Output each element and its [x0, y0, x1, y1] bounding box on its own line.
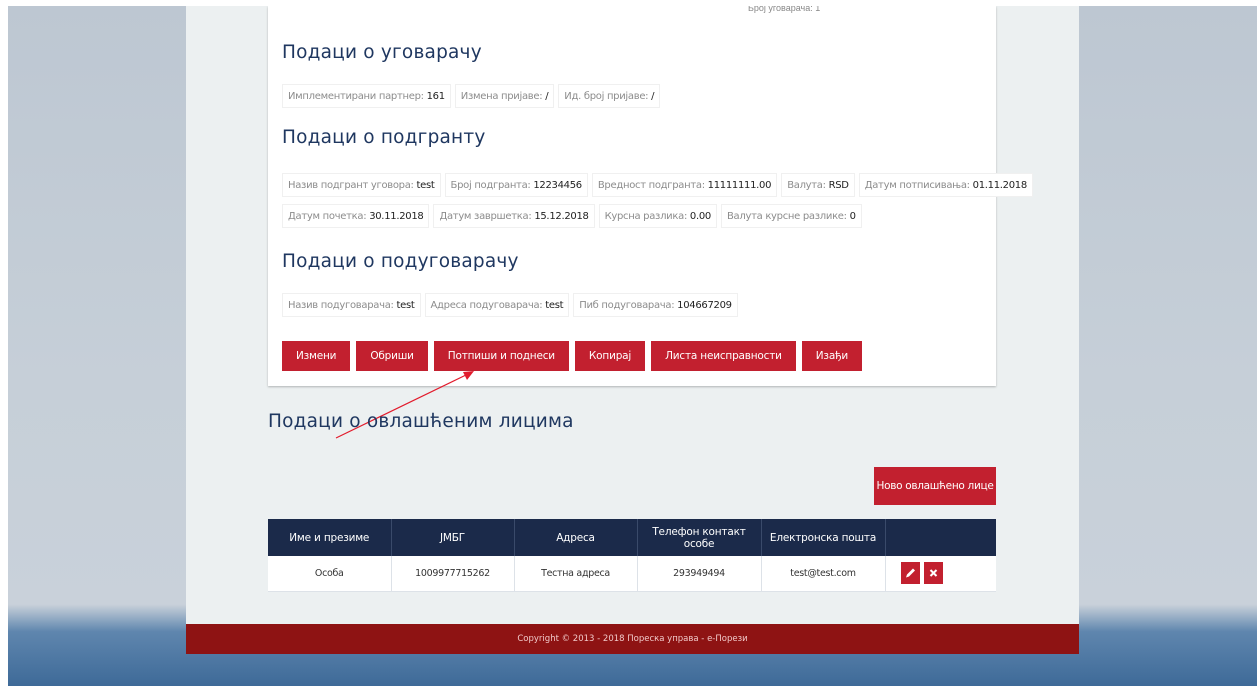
subgrant-title: Подаци о подгранту	[282, 127, 486, 148]
table-header-row: Име и презиме ЈМБГ Адреса Телефон контак…	[268, 519, 996, 556]
cell-name: Особа	[268, 556, 392, 592]
field-sign-date: Датум потписивања: 01.11.2018	[858, 173, 1033, 197]
field-subcontractor-pib: Пиб подуговарача: 104667209	[573, 293, 738, 317]
column-header-jmbg[interactable]: ЈМБГ	[391, 519, 515, 556]
footer-copyright: Copyright © 2013 - 2018 Пореска управа -…	[186, 624, 1079, 654]
contractor-fields: Имплементирани партнер: 161 Измена прија…	[282, 84, 661, 108]
field-subcontractor-address: Адреса подуговарача: test	[424, 293, 570, 317]
column-header-actions	[885, 519, 996, 556]
cell-email: test@test.com	[761, 556, 886, 592]
contractor-title: Подаци о уговарачу	[282, 42, 482, 63]
field-exchange-diff: Курсна разлика: 0.00	[598, 204, 717, 228]
new-authorized-person-button[interactable]: Ново овлашћено лице	[874, 467, 996, 505]
field-application-id: Ид. број пријаве: /	[558, 84, 661, 108]
subcontractor-fields: Назив подуговарача: test Адреса подугова…	[282, 293, 738, 317]
edit-row-button[interactable]	[900, 562, 920, 585]
field-end-date: Датум завршетка: 15.12.2018	[433, 204, 595, 228]
screen-background: Број уговарача: 1 Подаци о уговарачу Имп…	[8, 6, 1257, 686]
cell-phone: 293949494	[637, 556, 762, 592]
sign-submit-button[interactable]: Потпиши и поднеси	[433, 341, 569, 371]
close-icon	[930, 569, 938, 577]
cell-address: Тестна адреса	[514, 556, 638, 592]
authorized-persons-table: Име и презиме ЈМБГ Адреса Телефон контак…	[268, 519, 996, 592]
field-currency: Валута: RSD	[781, 173, 855, 197]
field-partner: Имплементирани партнер: 161	[282, 84, 451, 108]
field-amendment: Измена пријаве: /	[454, 84, 555, 108]
column-header-phone[interactable]: Телефон контакт особе	[637, 519, 762, 556]
delete-button[interactable]: Обриши	[356, 341, 428, 371]
delete-row-button[interactable]	[924, 562, 944, 585]
column-header-address[interactable]: Адреса	[514, 519, 638, 556]
copy-button[interactable]: Копирај	[574, 341, 646, 371]
page-container: Број уговарача: 1 Подаци о уговарачу Имп…	[186, 6, 1079, 654]
authorized-title: Подаци о овлашћеним лицима	[268, 411, 574, 432]
column-header-email[interactable]: Електронска пошта	[761, 519, 886, 556]
cell-actions	[885, 556, 996, 592]
details-card: Број уговарача: 1 Подаци о уговарачу Имп…	[268, 6, 1033, 386]
field-subgrant-name: Назив подгрант уговора: test	[282, 173, 441, 197]
edit-button[interactable]: Измени	[282, 341, 351, 371]
field-subcontractor-name: Назив подуговарача: test	[282, 293, 421, 317]
subcontractor-title: Подаци о подуговарачу	[282, 251, 519, 272]
exit-button[interactable]: Изађи	[801, 341, 863, 371]
subgrant-fields-row2: Датум почетка: 30.11.2018 Датум завршетк…	[282, 204, 862, 228]
column-header-name[interactable]: Име и презиме	[268, 519, 392, 556]
table-row: Особа 1009977715262 Тестна адреса 293949…	[268, 556, 996, 592]
defects-list-button[interactable]: Листа неисправности	[651, 341, 796, 371]
pencil-icon	[905, 568, 915, 578]
contract-count-fragment: Број уговарача: 1	[742, 6, 827, 18]
field-subgrant-value: Вредност подгранта: 11111111.00	[591, 173, 778, 197]
subgrant-fields-row1: Назив подгрант уговора: test Број подгра…	[282, 173, 1033, 197]
field-exchange-currency: Валута курсне разлике: 0	[720, 204, 862, 228]
field-start-date: Датум почетка: 30.11.2018	[282, 204, 430, 228]
field-subgrant-number: Број подгранта: 12234456	[444, 173, 588, 197]
cell-jmbg: 1009977715262	[391, 556, 515, 592]
action-buttons: Измени Обриши Потпиши и поднеси Копирај …	[282, 341, 863, 371]
